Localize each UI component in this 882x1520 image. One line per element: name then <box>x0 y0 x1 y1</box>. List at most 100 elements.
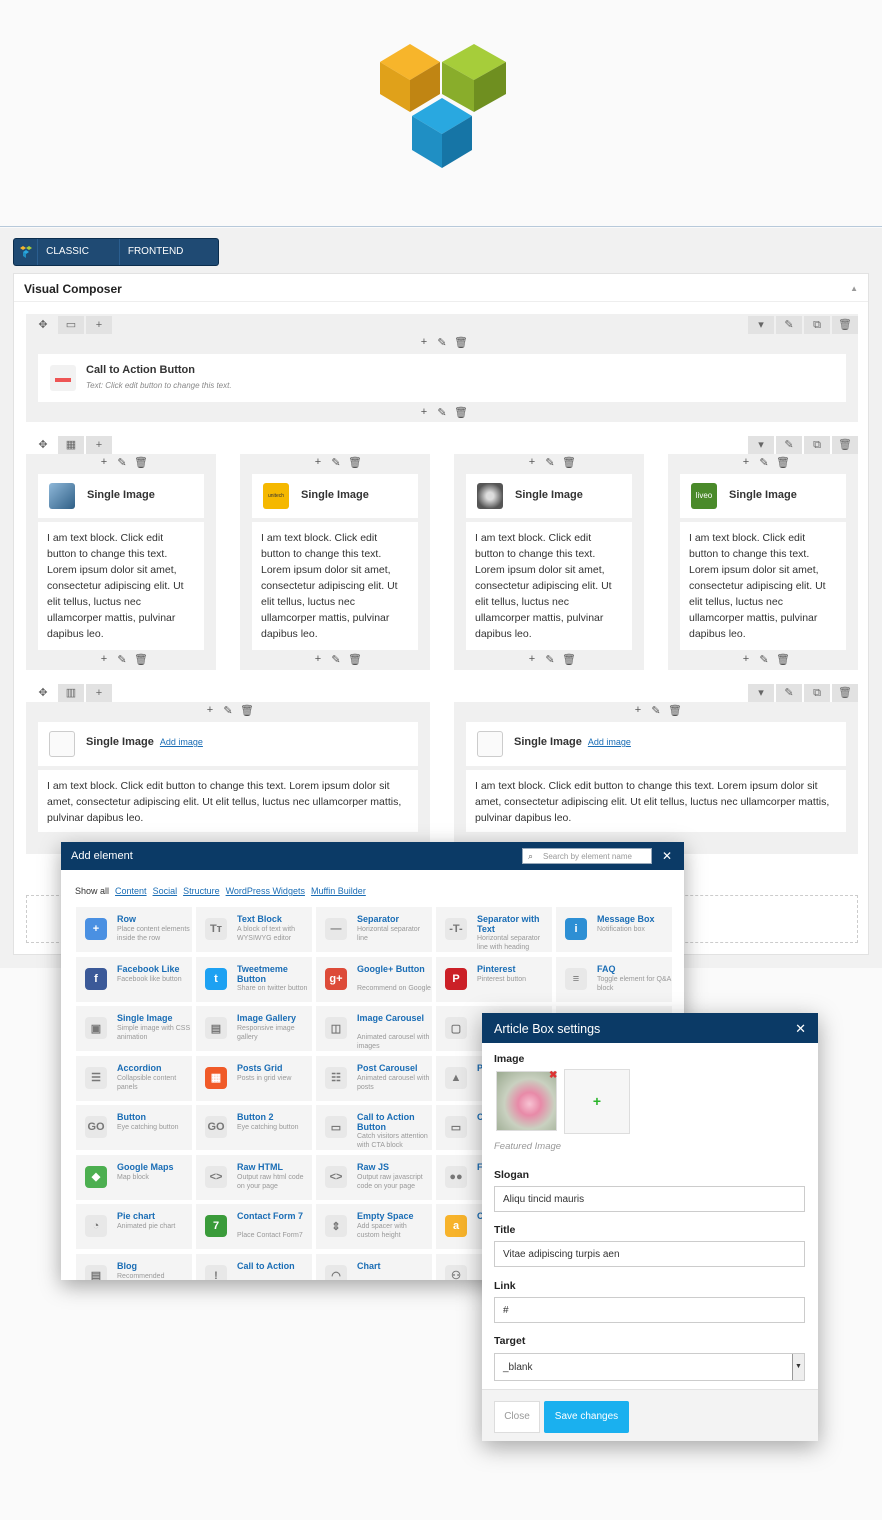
element-tile[interactable]: g+ Google+ Button Recommend on Google <box>315 955 433 1003</box>
trash-icon[interactable]: 🗑 <box>776 653 790 666</box>
chevron-down-icon[interactable]: ▼ <box>792 1354 804 1380</box>
trash-icon[interactable]: 🗑 <box>454 336 468 349</box>
text-block[interactable]: I am text block. Click edit button to ch… <box>466 522 632 650</box>
link-input[interactable]: # <box>494 1297 805 1323</box>
layout-icon[interactable]: ▥ <box>58 684 84 702</box>
edit-row-icon[interactable]: ✎ <box>776 684 802 702</box>
element-tile[interactable]: ◆ Google Maps Map block <box>75 1153 193 1201</box>
add-icon[interactable]: + <box>632 704 644 717</box>
element-tile[interactable]: ◠ Chart <box>315 1252 433 1280</box>
save-changes-button[interactable]: Save changes <box>544 1401 629 1433</box>
edit-icon[interactable]: ✎ <box>116 456 128 469</box>
edit-icon[interactable]: ✎ <box>116 653 128 666</box>
element-tile[interactable]: — Separator Horizontal separator line <box>315 906 433 953</box>
add-icon[interactable]: + <box>418 336 430 349</box>
add-icon[interactable]: + <box>98 653 110 666</box>
filter-show-all[interactable]: Show all <box>75 886 109 896</box>
element-tile[interactable]: GO Button 2 Eye catching button <box>195 1104 313 1151</box>
move-icon[interactable]: ✥ <box>30 684 56 702</box>
add-icon[interactable]: + <box>526 456 538 469</box>
element-tile[interactable]: t Tweetmeme Button Share on twitter button <box>195 955 313 1003</box>
single-image-element[interactable]: unitech Single Image <box>252 474 418 518</box>
delete-row-icon[interactable]: 🗑 <box>832 316 858 334</box>
featured-image-thumb[interactable] <box>496 1071 557 1131</box>
element-tile[interactable]: ▦ Posts Grid Posts in grid view <box>195 1054 313 1102</box>
close-icon[interactable]: ✕ <box>662 849 672 863</box>
add-icon[interactable]: + <box>418 406 430 419</box>
element-tile[interactable]: <> Raw HTML Output raw html code on your p… <box>195 1153 313 1201</box>
edit-icon[interactable]: ✎ <box>544 653 556 666</box>
cta-element[interactable]: Call to Action Button Text: Click edit b… <box>38 354 846 402</box>
element-tile[interactable]: ◫ Image Carousel Animated carousel with im… <box>315 1005 433 1052</box>
close-icon[interactable]: ✕ <box>795 1021 806 1037</box>
edit-icon[interactable]: ✎ <box>436 336 448 349</box>
collapse-icon[interactable]: ▲ <box>850 284 858 293</box>
trash-icon[interactable]: 🗑 <box>240 704 254 717</box>
delete-row-icon[interactable]: 🗑 <box>832 684 858 702</box>
edit-icon[interactable]: ✎ <box>330 653 342 666</box>
add-column-icon[interactable]: + <box>86 316 112 334</box>
move-icon[interactable]: ✥ <box>30 316 56 334</box>
single-image-element[interactable]: liveo Single Image <box>680 474 846 518</box>
close-button[interactable]: Close <box>494 1401 540 1433</box>
add-icon[interactable]: + <box>740 653 752 666</box>
element-search-input[interactable]: ⌕ Search by element name <box>522 848 652 864</box>
element-tile[interactable]: GO Button Eye catching button <box>75 1104 193 1151</box>
classic-mode-button[interactable]: CLASSIC MODE <box>38 239 120 283</box>
filter-wordpress-widgets[interactable]: WordPress Widgets <box>226 886 305 896</box>
filter-content[interactable]: Content <box>115 886 147 896</box>
clone-row-icon[interactable]: ⧉ <box>804 316 830 334</box>
element-tile[interactable]: f Facebook Like Facebook like button <box>75 955 193 1003</box>
edit-icon[interactable]: ✎ <box>544 456 556 469</box>
filter-structure[interactable]: Structure <box>183 886 220 896</box>
target-select[interactable]: _blank ▼ <box>494 1353 805 1381</box>
element-tile[interactable]: ☰ Accordion Collapsible content panels <box>75 1054 193 1102</box>
single-image-element[interactable]: Single Image <box>38 474 204 518</box>
trash-icon[interactable]: 🗑 <box>134 653 148 666</box>
move-icon[interactable]: ✥ <box>30 436 56 454</box>
clone-row-icon[interactable]: ⧉ <box>804 684 830 702</box>
slogan-input[interactable]: Aliqu tincid mauris <box>494 1186 805 1212</box>
add-image-link[interactable]: Add image <box>160 737 203 747</box>
add-icon[interactable]: + <box>98 456 110 469</box>
element-tile[interactable]: ▭ Call to Action Button Catch visitors att… <box>315 1104 433 1151</box>
edit-icon[interactable]: ✎ <box>758 653 770 666</box>
element-tile[interactable]: ◔ Pie chart Animated pie chart <box>75 1203 193 1250</box>
single-image-element[interactable]: Single Image Add image <box>38 722 418 766</box>
trash-icon[interactable]: 🗑 <box>562 456 576 469</box>
text-block[interactable]: I am text block. Click edit button to ch… <box>38 770 418 832</box>
add-image-slot[interactable]: + <box>564 1069 630 1134</box>
trash-icon[interactable]: 🗑 <box>776 456 790 469</box>
filter-social[interactable]: Social <box>153 886 178 896</box>
add-image-link[interactable]: Add image <box>588 737 631 747</box>
edit-icon[interactable]: ✎ <box>436 406 448 419</box>
element-tile[interactable]: ☷ Post Carousel Animated carousel with pos… <box>315 1054 433 1102</box>
frontend-editor-button[interactable]: FRONTEND EDITOR <box>120 239 218 283</box>
element-tile[interactable]: ▤ Image Gallery Responsive image gallery <box>195 1005 313 1052</box>
element-tile[interactable]: -T- Separator with Text Horizontal separat… <box>435 906 553 953</box>
edit-icon[interactable]: ✎ <box>650 704 662 717</box>
element-tile[interactable]: !Call to ActionRecommended <box>195 1252 313 1280</box>
clone-row-icon[interactable]: ⧉ <box>804 436 830 454</box>
remove-image-icon[interactable]: ✖ <box>549 1070 557 1081</box>
trash-icon[interactable]: 🗑 <box>562 653 576 666</box>
trash-icon[interactable]: 🗑 <box>134 456 148 469</box>
text-block[interactable]: I am text block. Click edit button to ch… <box>466 770 846 832</box>
element-tile[interactable]: ⇕ Empty Space Add spacer with custom heigh… <box>315 1203 433 1250</box>
toggle-row-icon[interactable]: ▾ <box>748 316 774 334</box>
element-tile[interactable]: + Row Place content elements inside the ro… <box>75 906 193 953</box>
edit-row-icon[interactable]: ✎ <box>776 436 802 454</box>
edit-icon[interactable]: ✎ <box>758 456 770 469</box>
trash-icon[interactable]: 🗑 <box>668 704 682 717</box>
add-column-icon[interactable]: + <box>86 684 112 702</box>
element-tile[interactable]: i Message Box Notification box <box>555 906 673 953</box>
element-tile[interactable]: <> Raw JS Output raw javascript code on yo… <box>315 1153 433 1201</box>
element-tile[interactable]: P Pinterest Pinterest button <box>435 955 553 1003</box>
element-tile[interactable]: 7 Contact Form 7 Place Contact Form7 <box>195 1203 313 1250</box>
text-block[interactable]: I am text block. Click edit button to ch… <box>680 522 846 650</box>
trash-icon[interactable]: 🗑 <box>348 456 362 469</box>
trash-icon[interactable]: 🗑 <box>348 653 362 666</box>
single-image-element[interactable]: Single Image <box>466 474 632 518</box>
title-input[interactable]: Vitae adipiscing turpis aen <box>494 1241 805 1267</box>
single-image-element[interactable]: Single Image Add image <box>466 722 846 766</box>
